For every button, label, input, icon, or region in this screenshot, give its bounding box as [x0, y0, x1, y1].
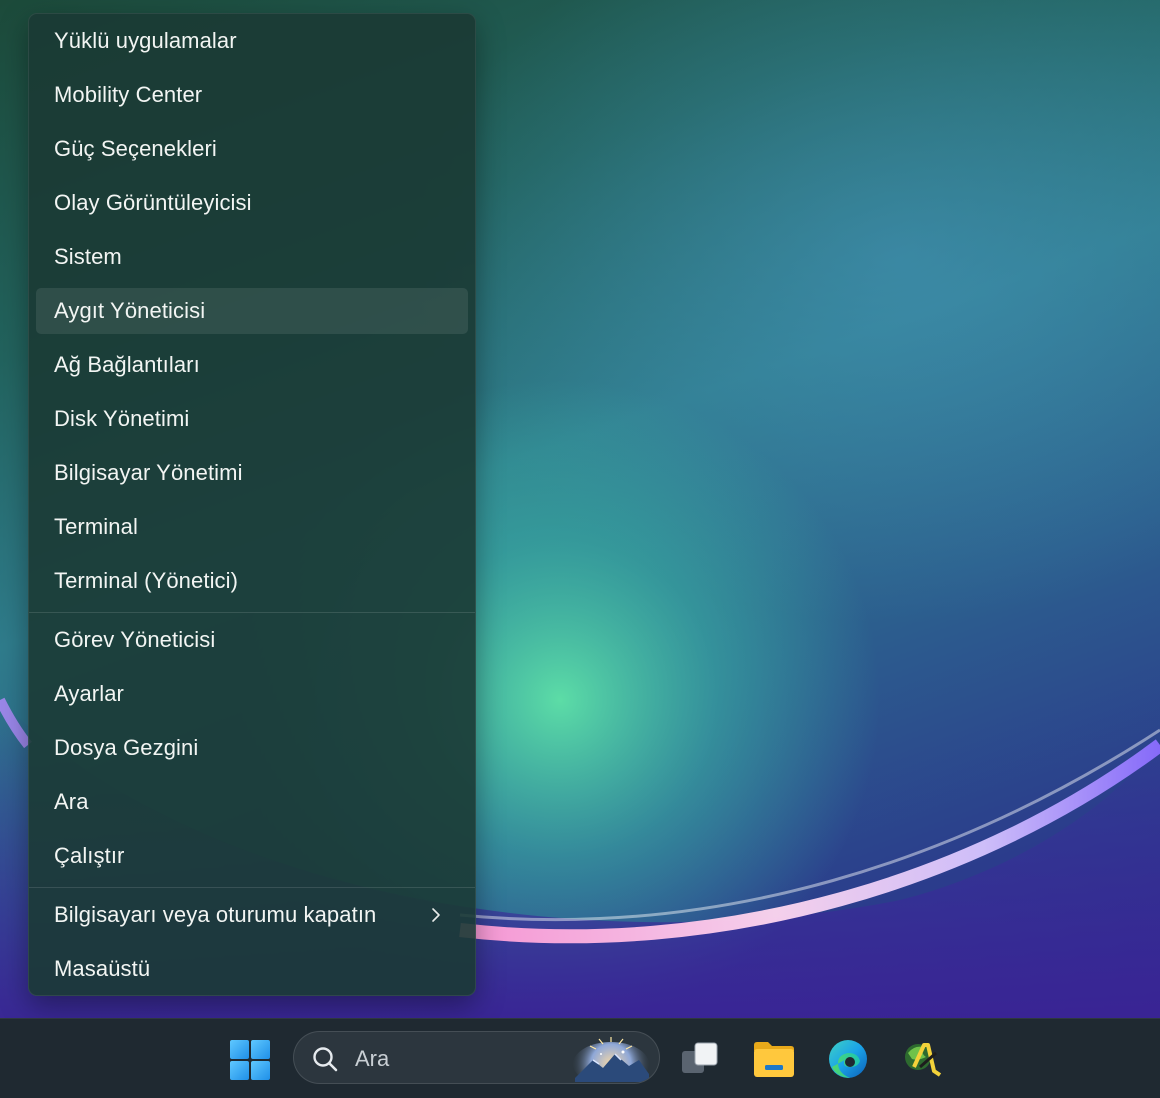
menu-item-desktop[interactable]: Masaüstü — [36, 946, 468, 992]
menu-item-device-manager[interactable]: Aygıt Yöneticisi — [36, 288, 468, 334]
taskbar: Ara — [0, 1018, 1160, 1098]
app-icon[interactable] — [900, 1037, 944, 1081]
menu-item-installed-apps[interactable]: Yüklü uygulamalar — [36, 18, 468, 64]
menu-item-label: Ara — [54, 789, 89, 814]
menu-item-label: Terminal (Yönetici) — [54, 568, 239, 593]
menu-item-power-options[interactable]: Güç Seçenekleri — [36, 126, 468, 172]
windows-logo-icon[interactable] — [229, 1039, 271, 1081]
menu-item-label: Yüklü uygulamalar — [54, 28, 237, 53]
menu-group-tools: Yüklü uygulamalar Mobility Center Güç Se… — [29, 18, 475, 604]
menu-item-label: Bilgisayarı veya oturumu kapatın — [54, 902, 377, 927]
search-highlight-icon — [573, 1037, 649, 1082]
menu-item-label: Sistem — [54, 244, 122, 269]
menu-item-search[interactable]: Ara — [36, 779, 468, 825]
menu-item-mobility-center[interactable]: Mobility Center — [36, 72, 468, 118]
menu-item-label: Aygıt Yöneticisi — [54, 298, 206, 323]
edge-icon[interactable] — [826, 1037, 870, 1081]
winx-context-menu: Yüklü uygulamalar Mobility Center Güç Se… — [28, 13, 476, 996]
menu-group-apps: Görev Yöneticisi Ayarlar Dosya Gezgini A… — [29, 617, 475, 879]
desktop-wallpaper: Yüklü uygulamalar Mobility Center Güç Se… — [0, 0, 1160, 1018]
menu-item-settings[interactable]: Ayarlar — [36, 671, 468, 717]
menu-item-label: Disk Yönetimi — [54, 406, 190, 431]
menu-item-terminal-admin[interactable]: Terminal (Yönetici) — [36, 558, 468, 604]
menu-item-disk-management[interactable]: Disk Yönetimi — [36, 396, 468, 442]
taskbar-search-box[interactable]: Ara — [293, 1031, 660, 1084]
menu-item-task-manager[interactable]: Görev Yöneticisi — [36, 617, 468, 663]
menu-item-system[interactable]: Sistem — [36, 234, 468, 280]
menu-item-shutdown-signout[interactable]: Bilgisayarı veya oturumu kapatın — [36, 892, 468, 938]
task-view-icon[interactable] — [678, 1037, 722, 1081]
menu-separator — [29, 612, 475, 613]
menu-item-label: Güç Seçenekleri — [54, 136, 217, 161]
menu-item-label: Ayarlar — [54, 681, 124, 706]
menu-item-network-connections[interactable]: Ağ Bağlantıları — [36, 342, 468, 388]
menu-item-label: Ağ Bağlantıları — [54, 352, 200, 377]
menu-item-label: Mobility Center — [54, 82, 203, 107]
file-explorer-icon[interactable] — [752, 1037, 796, 1081]
menu-item-label: Olay Görüntüleyicisi — [54, 190, 252, 215]
menu-separator — [29, 887, 475, 888]
search-placeholder: Ara — [355, 1046, 390, 1071]
menu-item-run[interactable]: Çalıştır — [36, 833, 468, 879]
menu-item-file-explorer[interactable]: Dosya Gezgini — [36, 725, 468, 771]
menu-item-label: Bilgisayar Yönetimi — [54, 460, 243, 485]
chevron-right-icon — [432, 908, 440, 922]
menu-item-label: Çalıştır — [54, 843, 125, 868]
menu-item-event-viewer[interactable]: Olay Görüntüleyicisi — [36, 180, 468, 226]
menu-item-terminal[interactable]: Terminal — [36, 504, 468, 550]
menu-item-label: Görev Yöneticisi — [54, 627, 216, 652]
menu-group-session: Bilgisayarı veya oturumu kapatın Masaüst… — [29, 892, 475, 992]
menu-item-computer-management[interactable]: Bilgisayar Yönetimi — [36, 450, 468, 496]
menu-item-label: Masaüstü — [54, 956, 151, 981]
search-icon — [313, 1047, 338, 1072]
menu-item-label: Terminal — [54, 514, 138, 539]
menu-item-label: Dosya Gezgini — [54, 735, 199, 760]
